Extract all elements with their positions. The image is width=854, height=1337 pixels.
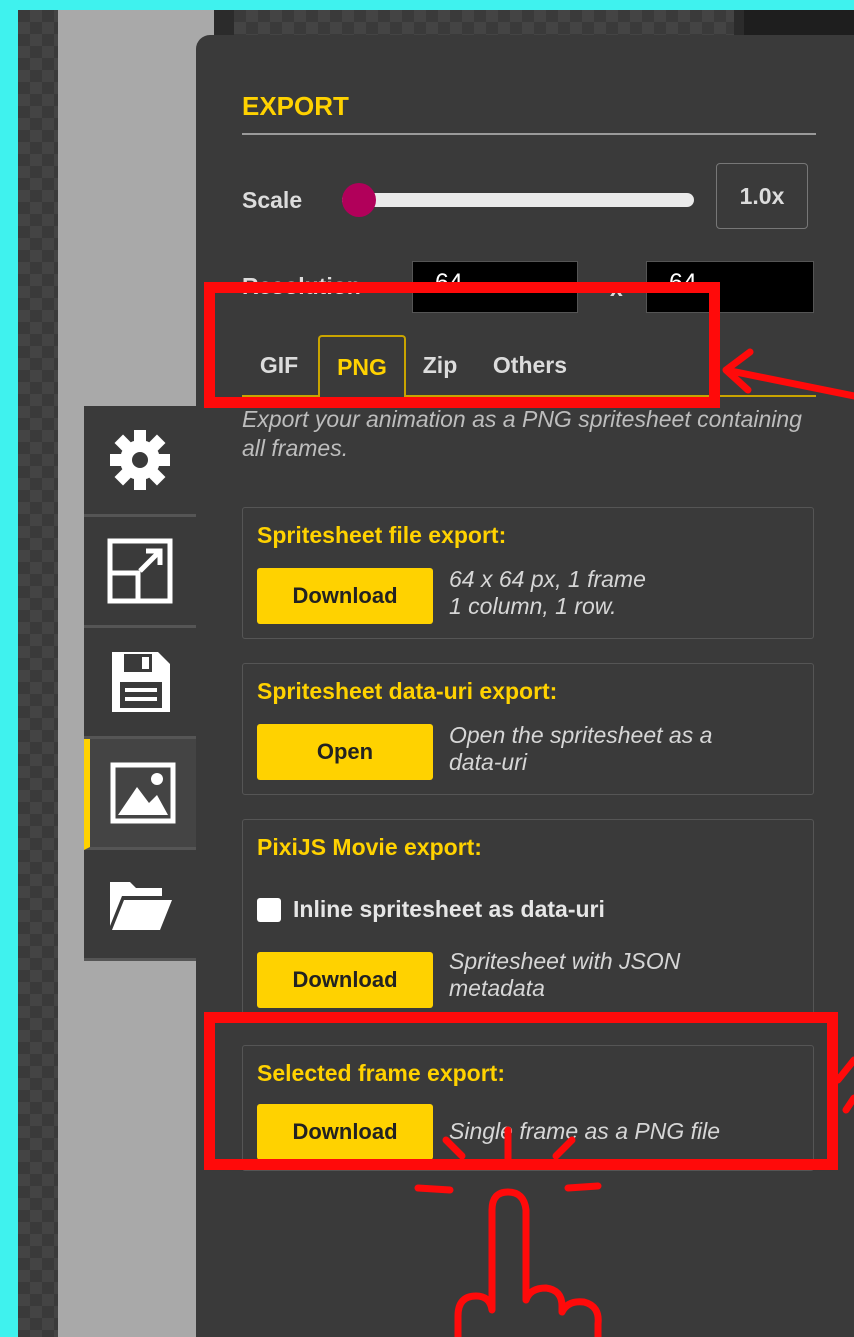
top-checkerboard xyxy=(234,10,734,36)
open-tool-button[interactable] xyxy=(84,850,196,961)
open-data-uri-button[interactable]: Open xyxy=(257,724,433,780)
save-tool-button[interactable] xyxy=(84,628,196,739)
scale-value: 1.0x xyxy=(716,163,808,229)
image-icon xyxy=(110,762,176,824)
data-uri-section: Spritesheet data-uri export: Open Open t… xyxy=(242,663,814,795)
pixijs-section: PixiJS Movie export: Inline spritesheet … xyxy=(242,819,814,1023)
spritesheet-download-button[interactable]: Download xyxy=(257,568,433,624)
export-tool-button[interactable] xyxy=(84,739,196,850)
pixijs-info: Spritesheet with JSON metadata xyxy=(449,948,680,1002)
pixijs-info-line1: Spritesheet with JSON xyxy=(449,948,681,974)
section-title: PixiJS Movie export: xyxy=(257,834,482,860)
gear-icon xyxy=(110,430,170,490)
title-divider xyxy=(242,133,816,135)
folder-open-icon xyxy=(110,882,172,930)
pixijs-info-line2: metadata xyxy=(449,975,545,1001)
canvas-checkerboard xyxy=(18,10,58,1337)
tabs-highlight-box xyxy=(204,282,720,408)
scale-label: Scale xyxy=(242,187,303,213)
settings-tool-button[interactable] xyxy=(84,406,196,517)
spritesheet-file-section: Spritesheet file export: Download 64 x 6… xyxy=(242,507,814,639)
resize-tool-button[interactable] xyxy=(84,517,196,628)
data-uri-info-line1: Open the spritesheet as a xyxy=(449,722,713,748)
spritesheet-info-line1: 64 x 64 px, 1 frame xyxy=(449,566,646,592)
selected-frame-highlight-box xyxy=(204,1012,838,1170)
data-uri-info: Open the spritesheet as a data-uri xyxy=(449,722,712,776)
scale-slider[interactable] xyxy=(342,183,694,217)
section-title: Spritesheet data-uri export: xyxy=(257,678,558,704)
top-dark-area xyxy=(744,10,854,36)
spritesheet-info: 64 x 64 px, 1 frame 1 column, 1 row. xyxy=(449,566,646,620)
top-strip xyxy=(214,10,854,36)
scale-slider-knob[interactable] xyxy=(342,183,376,217)
section-title: Spritesheet file export: xyxy=(257,522,507,548)
save-icon xyxy=(112,652,170,712)
inline-spritesheet-checkbox[interactable] xyxy=(257,898,281,922)
data-uri-info-line2: data-uri xyxy=(449,749,527,775)
resize-icon xyxy=(107,538,173,604)
side-toolbar xyxy=(84,406,196,961)
panel-title: EXPORT xyxy=(242,91,349,121)
spritesheet-info-line2: 1 column, 1 row. xyxy=(449,593,617,619)
png-description: Export your animation as a PNG spriteshe… xyxy=(242,406,802,461)
pixijs-download-button[interactable]: Download xyxy=(257,952,433,1008)
inline-spritesheet-label[interactable]: Inline spritesheet as data-uri xyxy=(293,896,605,923)
